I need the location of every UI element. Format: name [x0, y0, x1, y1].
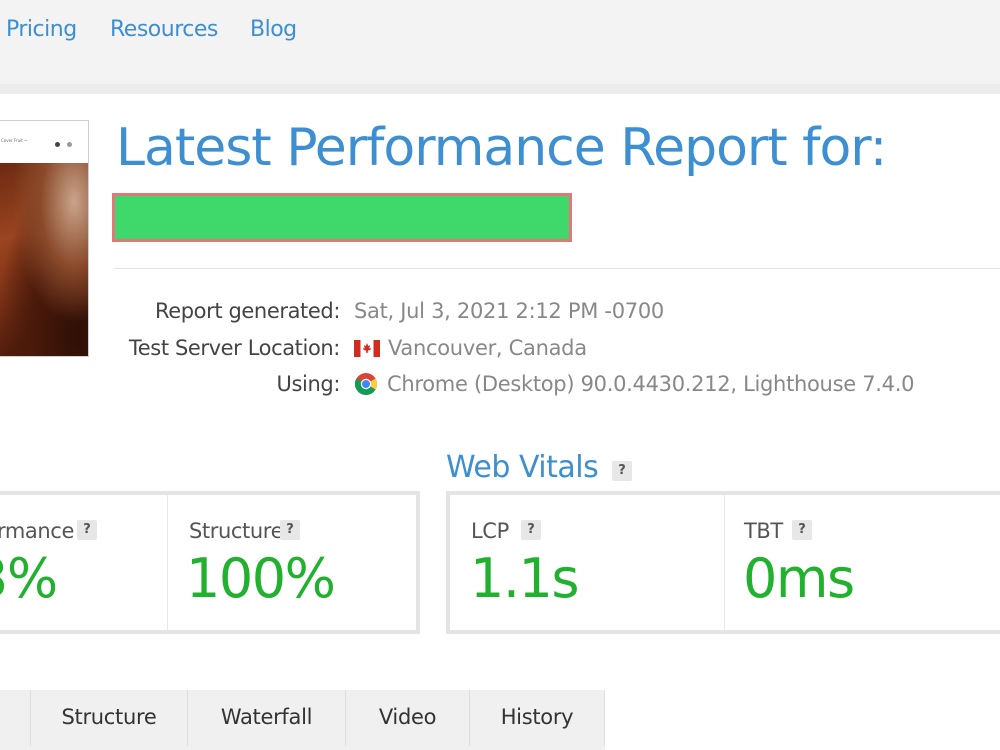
structure-grade: Structure ? 100%: [168, 495, 416, 630]
lcp-label: LCP: [471, 519, 509, 543]
test-server-location-value: Vancouver, Canada: [354, 336, 587, 360]
report-generated-value: Sat, Jul 3, 2021 2:12 PM -0700: [354, 299, 664, 323]
tab-waterfall[interactable]: Waterfall: [187, 690, 345, 746]
page-title: Latest Performance Report for:: [116, 118, 887, 178]
test-server-location-label: Test Server Location:: [128, 336, 340, 360]
tab-history[interactable]: History: [469, 690, 605, 746]
tbt-value: 0ms: [743, 547, 855, 610]
chrome-icon: [354, 373, 378, 396]
web-vitals-panel: LCP ? 1.1s TBT ? 0ms: [446, 491, 1000, 634]
grades-panel: rmance ? 3% Structure ? 100%: [0, 491, 420, 634]
nav-link-blog[interactable]: Blog: [250, 17, 297, 42]
performance-help-icon[interactable]: ?: [77, 520, 97, 540]
thumbnail-dot-icon: [67, 142, 72, 147]
tbt-metric: TBT ? 0ms: [725, 495, 1000, 630]
canada-flag-icon: [354, 340, 380, 357]
page-screenshot-thumbnail[interactable]: Cover Fruit ~: [0, 120, 89, 357]
using-label: Using:: [276, 372, 341, 396]
nav-link-resources[interactable]: Resources: [110, 17, 218, 42]
performance-grade: rmance ? 3%: [0, 495, 168, 630]
top-navigation: Pricing Resources Blog: [0, 0, 1000, 85]
tbt-help-icon[interactable]: ?: [792, 520, 812, 540]
tbt-label: TBT: [744, 519, 783, 543]
divider: [114, 268, 1000, 269]
lcp-help-icon[interactable]: ?: [521, 520, 541, 540]
performance-value: 3%: [0, 547, 58, 610]
tab-structure[interactable]: Structure: [30, 690, 187, 746]
lcp-metric: LCP ? 1.1s: [450, 495, 725, 630]
lcp-value: 1.1s: [470, 547, 580, 610]
structure-label: Structure: [189, 519, 284, 543]
using-value: Chrome (Desktop) 90.0.4430.212, Lighthou…: [354, 372, 914, 396]
structure-help-icon[interactable]: ?: [280, 520, 300, 540]
redacted-url: [112, 193, 572, 242]
performance-label: rmance: [0, 519, 74, 543]
thumbnail-hero-image: [0, 163, 88, 356]
web-vitals-heading: Web Vitals: [446, 450, 599, 485]
header-divider-band: [0, 84, 1000, 94]
structure-value: 100%: [186, 547, 336, 610]
thumbnail-nav-text: Cover Fruit ~: [1, 138, 28, 143]
tab-video[interactable]: Video: [345, 690, 469, 746]
web-vitals-help-icon[interactable]: ?: [612, 461, 632, 481]
nav-link-pricing[interactable]: Pricing: [6, 17, 77, 42]
thumbnail-header: Cover Fruit ~: [0, 121, 88, 163]
thumbnail-dot-icon: [55, 142, 60, 147]
report-generated-label: Report generated:: [154, 299, 340, 323]
